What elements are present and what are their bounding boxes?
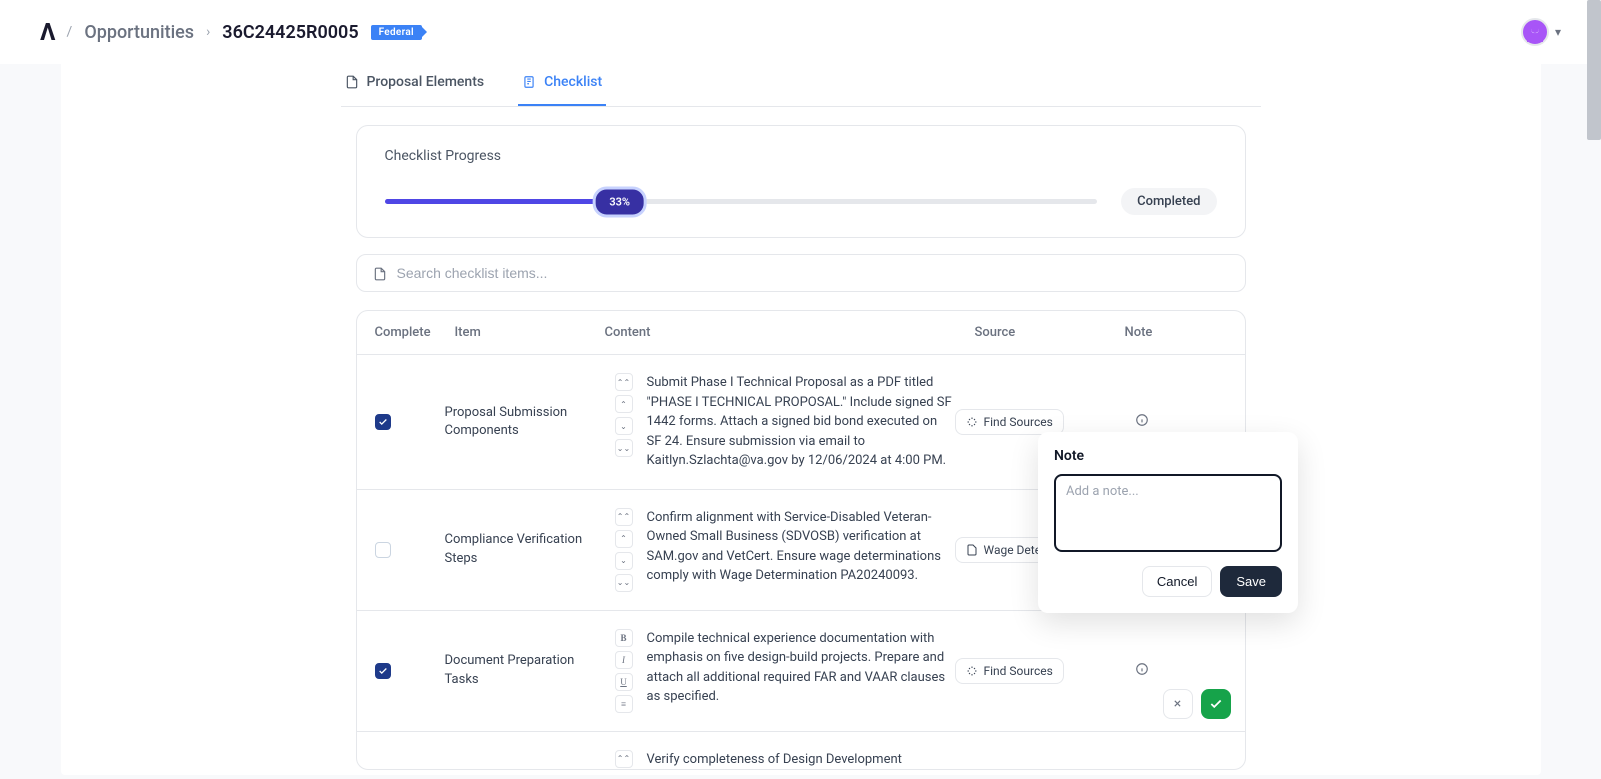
cell-complete <box>375 663 445 679</box>
reorder-controls: ⌃⌃ <box>615 750 633 768</box>
user-menu[interactable]: ▾ <box>1521 18 1561 46</box>
info-icon[interactable] <box>1135 662 1149 676</box>
reorder-controls: ⌃⌃ ⌃ ⌄ ⌄⌄ <box>615 508 633 592</box>
cell-source: Find Sources <box>955 409 1135 435</box>
sparkle-icon <box>966 665 978 677</box>
content-text: Confirm alignment with Service-Disabled … <box>647 508 955 586</box>
progress-title: Checklist Progress <box>385 148 1217 164</box>
col-complete: Complete <box>375 325 455 340</box>
content-text: Submit Phase I Technical Proposal as a P… <box>647 373 955 471</box>
tabs: Proposal Elements Checklist <box>341 64 1261 107</box>
col-content: Content <box>605 325 975 340</box>
tab-checklist[interactable]: Checklist <box>518 64 606 106</box>
app-logo[interactable]: Λ <box>40 18 55 46</box>
popover-actions: Cancel Save <box>1054 566 1282 597</box>
table-header: Complete Item Content Source Note <box>357 311 1245 355</box>
completed-pill: Completed <box>1121 188 1216 215</box>
tab-label: Checklist <box>544 74 602 90</box>
popover-title: Note <box>1054 448 1282 464</box>
col-item: Item <box>455 325 605 340</box>
row-actions: × <box>1163 689 1231 719</box>
move-up-button[interactable]: ⌃ <box>615 530 633 548</box>
confirm-edit-button[interactable] <box>1201 689 1231 719</box>
progress-track: 33% <box>385 199 1098 204</box>
cell-note: × <box>1135 662 1215 680</box>
move-top-button[interactable]: ⌃⌃ <box>615 508 633 526</box>
item-name: Compliance Verification Steps <box>445 531 615 567</box>
badge-federal: Federal <box>371 25 422 40</box>
bold-button[interactable]: B <box>615 629 633 647</box>
breadcrumb-sep: › <box>206 24 210 40</box>
cancel-edit-button[interactable]: × <box>1163 689 1193 719</box>
chevron-down-icon: ▾ <box>1555 25 1561 39</box>
find-sources-button[interactable]: Find Sources <box>955 409 1064 435</box>
format-controls: B I U ≡ <box>615 629 633 713</box>
search-input[interactable] <box>397 265 1229 281</box>
cell-content: B I U ≡ Compile technical experience doc… <box>615 629 955 713</box>
item-name: Document Preparation Tasks <box>445 652 615 688</box>
content-text: Compile technical experience documentati… <box>647 629 955 707</box>
file-icon <box>345 75 359 89</box>
cell-content: ⌃⌃ Verify completeness of Design Develop… <box>615 750 955 770</box>
tab-label: Proposal Elements <box>367 74 485 90</box>
search-box[interactable] <box>356 254 1246 292</box>
move-top-button[interactable]: ⌃⌃ <box>615 750 633 768</box>
cell-complete <box>375 542 445 558</box>
find-sources-label: Find Sources <box>984 664 1053 678</box>
cell-source: Find Sources <box>955 658 1135 684</box>
save-button[interactable]: Save <box>1220 566 1282 597</box>
content-text: Verify completeness of Design Developmen… <box>647 750 955 770</box>
cancel-button[interactable]: Cancel <box>1142 566 1212 597</box>
find-sources-label: Find Sources <box>984 415 1053 429</box>
find-sources-button[interactable]: Find Sources <box>955 658 1064 684</box>
move-bottom-button[interactable]: ⌄⌄ <box>615 574 633 592</box>
item-name: Proposal Submission Components <box>445 404 615 440</box>
clipboard-icon <box>522 75 536 89</box>
underline-button[interactable]: U <box>615 673 633 691</box>
main-panel: Proposal Elements Checklist Checklist Pr… <box>61 64 1541 775</box>
progress-knob: 33% <box>592 186 647 217</box>
move-bottom-button[interactable]: ⌄⌄ <box>615 439 633 457</box>
list-button[interactable]: ≡ <box>615 695 633 713</box>
note-textarea[interactable] <box>1054 474 1282 552</box>
cell-complete <box>375 414 445 430</box>
col-source: Source <box>975 325 1125 340</box>
progress-row: 33% Completed <box>385 188 1217 215</box>
file-icon <box>966 544 978 556</box>
col-note: Note <box>1125 325 1225 340</box>
breadcrumb-sep: / <box>67 24 73 40</box>
cell-note <box>1135 413 1215 431</box>
breadcrumb-opportunities[interactable]: Opportunities <box>84 22 194 43</box>
move-top-button[interactable]: ⌃⌃ <box>615 373 633 391</box>
tab-proposal-elements[interactable]: Proposal Elements <box>341 64 489 106</box>
breadcrumb-id: 36C24425R0005 <box>222 22 358 43</box>
checkbox[interactable] <box>375 414 391 430</box>
move-down-button[interactable]: ⌄ <box>615 417 633 435</box>
cell-content: ⌃⌃ ⌃ ⌄ ⌄⌄ Confirm alignment with Service… <box>615 508 955 592</box>
cell-content: ⌃⌃ ⌃ ⌄ ⌄⌄ Submit Phase I Technical Propo… <box>615 373 955 471</box>
table-row: Document Preparation Tasks B I U ≡ Compi… <box>357 611 1245 732</box>
info-icon[interactable] <box>1135 413 1149 427</box>
breadcrumb: Λ / Opportunities › 36C24425R0005 Federa… <box>40 18 422 46</box>
reorder-controls: ⌃⌃ ⌃ ⌄ ⌄⌄ <box>615 373 633 457</box>
italic-button[interactable]: I <box>615 651 633 669</box>
note-popover: Note Cancel Save <box>1038 432 1298 613</box>
top-header: Λ / Opportunities › 36C24425R0005 Federa… <box>0 0 1601 64</box>
checkbox[interactable] <box>375 542 391 558</box>
move-up-button[interactable]: ⌃ <box>615 395 633 413</box>
file-search-icon <box>373 266 387 280</box>
scrollbar[interactable] <box>1587 0 1601 140</box>
avatar <box>1521 18 1549 46</box>
table-row: ⌃⌃ Verify completeness of Design Develop… <box>357 732 1245 770</box>
move-down-button[interactable]: ⌄ <box>615 552 633 570</box>
progress-card: Checklist Progress 33% Completed <box>356 125 1246 238</box>
sparkle-icon <box>966 416 978 428</box>
progress-fill <box>385 199 620 204</box>
checkbox[interactable] <box>375 663 391 679</box>
